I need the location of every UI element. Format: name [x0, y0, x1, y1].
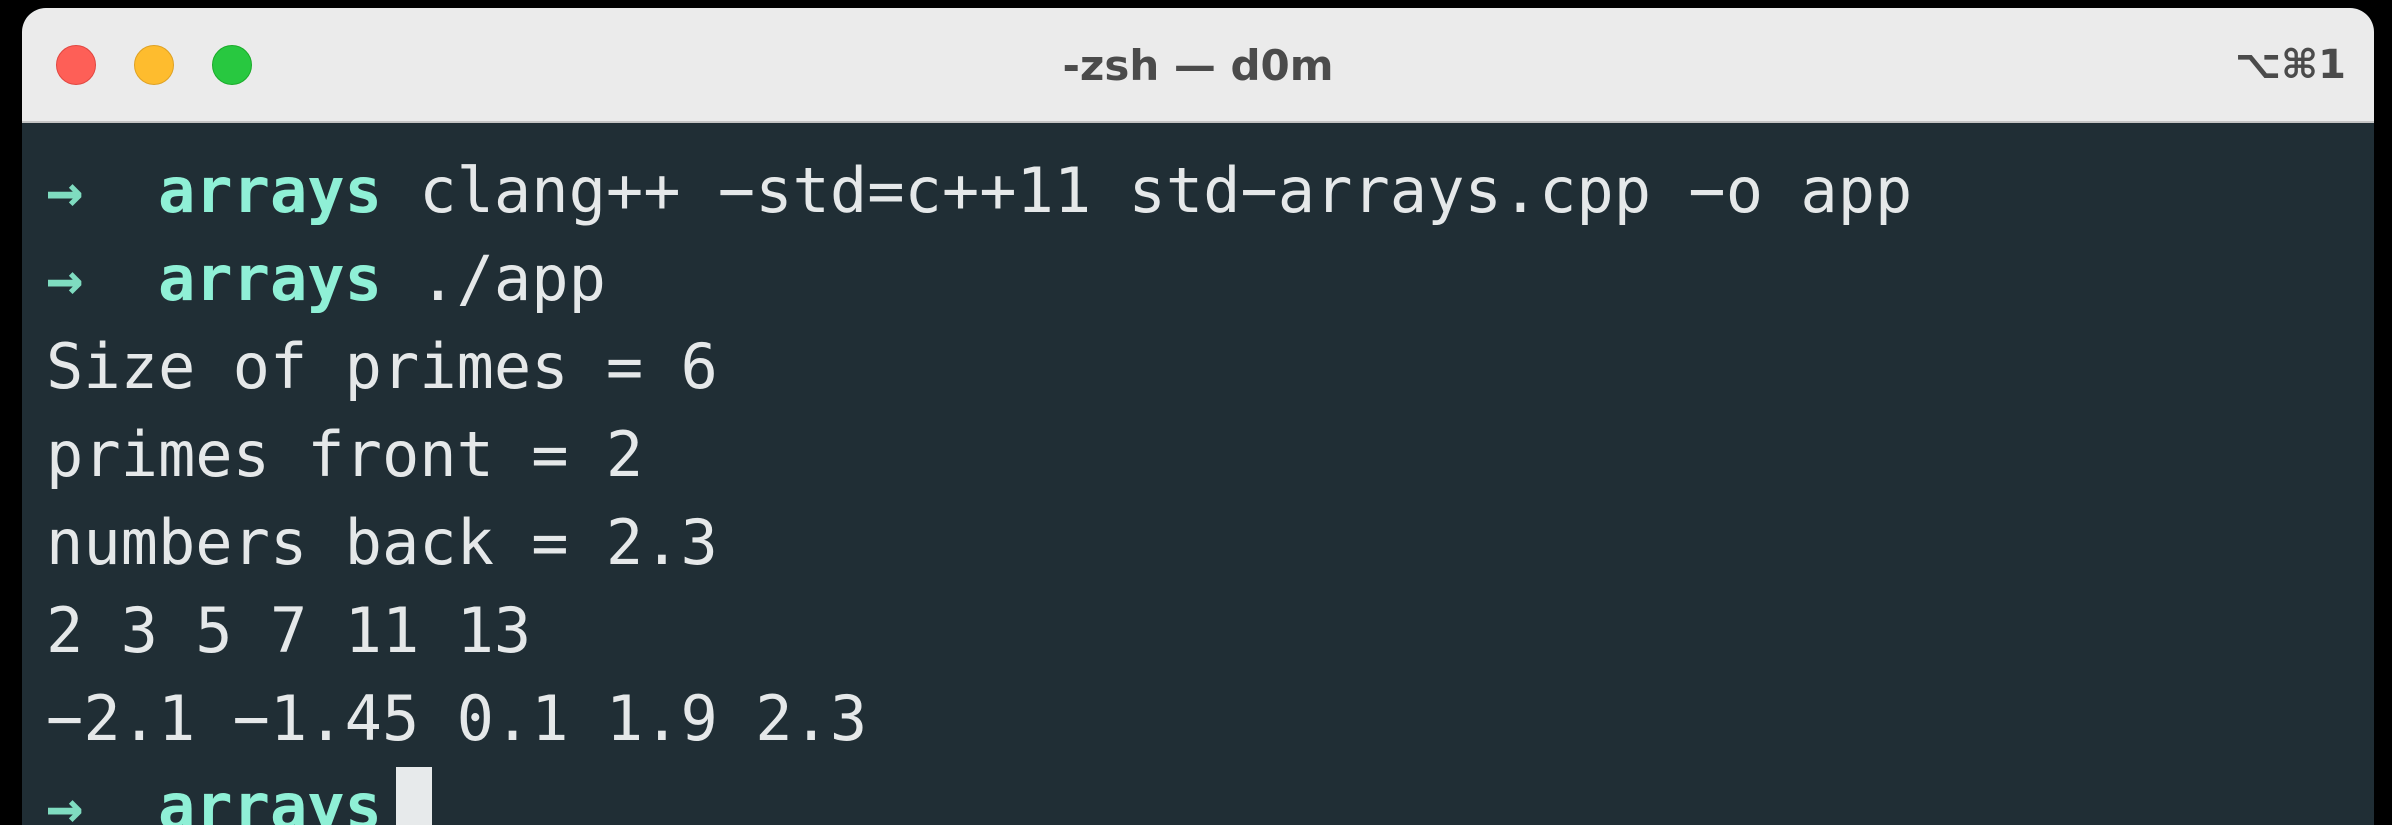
- command-text: clang++ −std=c++11 std−arrays.cpp −o app: [419, 154, 1913, 227]
- prompt-directory: arrays: [157, 154, 382, 227]
- window-shortcut: ⌥⌘1: [2234, 42, 2346, 88]
- prompt-directory: arrays: [157, 770, 382, 825]
- prompt-line: → arrays ./app: [46, 235, 2374, 323]
- prompt-directory: arrays: [157, 242, 382, 315]
- output-line: primes front = 2: [46, 418, 644, 491]
- prompt-line: → arrays clang++ −std=c++11 std−arrays.c…: [46, 147, 2374, 235]
- title-bar[interactable]: -zsh — d0m ⌥⌘1: [22, 8, 2374, 123]
- output-line: −2.1 −1.45 0.1 1.9 2.3: [46, 682, 868, 755]
- output-line: numbers back = 2.3: [46, 506, 718, 579]
- terminal-output-area[interactable]: → arrays clang++ −std=c++11 std−arrays.c…: [22, 123, 2374, 825]
- prompt-arrow-icon: →: [46, 242, 84, 315]
- output-line: Size of primes = 6: [46, 330, 718, 403]
- window-title: -zsh — d0m: [1062, 41, 1334, 90]
- output-line: 2 3 5 7 11 13: [46, 594, 532, 667]
- prompt-arrow-icon: →: [46, 154, 84, 227]
- prompt-arrow-icon: →: [46, 770, 84, 825]
- terminal-window: -zsh — d0m ⌥⌘1 → arrays clang++ −std=c++…: [22, 8, 2374, 825]
- command-text: ./app: [419, 242, 606, 315]
- text-cursor: [395, 766, 432, 825]
- current-prompt-line[interactable]: → arrays: [46, 763, 2374, 825]
